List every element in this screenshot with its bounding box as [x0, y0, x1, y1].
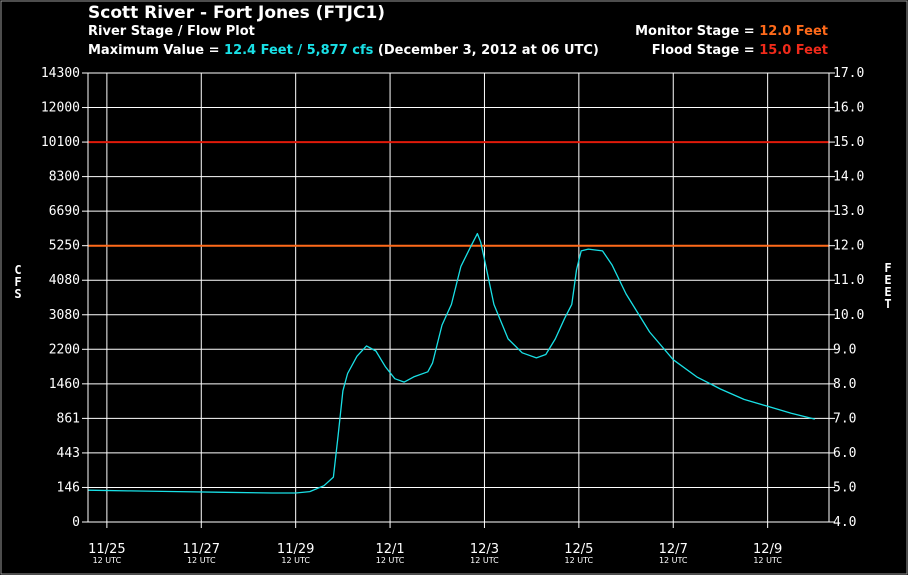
y-tick-label-feet: 15.0: [833, 135, 864, 150]
y-tick-label-cfs: 2200: [49, 342, 80, 357]
y-tick-label-cfs: 6690: [49, 204, 80, 219]
series-group: [87, 232, 815, 494]
y-tick-label-feet: 13.0: [833, 204, 864, 219]
x-tick-label: 12/3: [470, 542, 499, 557]
y-tick-label-cfs: 443: [57, 446, 80, 461]
y-tick-label-feet: 4.0: [833, 515, 856, 530]
y-tick-label-feet: 8.0: [833, 377, 856, 392]
x-tick-sublabel: 12 UTC: [281, 556, 310, 565]
y-tick-label-feet: 6.0: [833, 446, 856, 461]
stage-flow-chart: 0 4.0 146 5.0 443 6.0 861 7.0 1460 8.0 2200 9.0 3080…: [0, 0, 908, 575]
plot-frame: [87, 72, 830, 523]
x-tick-sublabel: 12 UTC: [470, 556, 499, 565]
x-tick-sublabel: 12 UTC: [753, 556, 782, 565]
y-tick-label-cfs: 1460: [49, 377, 80, 392]
y-tick-label-cfs: 5250: [49, 239, 80, 254]
y-tick-label-feet: 14.0: [833, 170, 864, 185]
grid-lines: [88, 72, 829, 523]
x-tick-label: 11/29: [277, 542, 314, 557]
y-tick-label-cfs: 861: [57, 411, 80, 426]
axes: 0 4.0 146 5.0 443 6.0 861 7.0 1460 8.0 2200 9.0 3080…: [14, 66, 891, 565]
y-tick-label-feet: 17.0: [833, 66, 864, 81]
y-tick-label-cfs: 3080: [49, 308, 80, 323]
y-axis-label-left-char: S: [14, 287, 21, 301]
x-tick-sublabel: 12 UTC: [187, 556, 216, 565]
y-tick-label-feet: 16.0: [833, 101, 864, 116]
y-tick-label-cfs: 10100: [41, 135, 80, 150]
x-tick-label: 12/5: [564, 542, 593, 557]
x-tick-sublabel: 12 UTC: [659, 556, 688, 565]
x-tick-label: 11/27: [183, 542, 220, 557]
y-tick-label-feet: 10.0: [833, 308, 864, 323]
y-axis-label-right-char: T: [884, 297, 891, 311]
y-tick-label-feet: 5.0: [833, 480, 856, 495]
x-tick-sublabel: 12 UTC: [565, 556, 594, 565]
y-tick-label-feet: 9.0: [833, 342, 856, 357]
x-tick-label: 12/1: [375, 542, 404, 557]
x-tick-label: 11/25: [88, 542, 125, 557]
y-tick-label-cfs: 4080: [49, 273, 80, 288]
y-tick-label-cfs: 8300: [49, 170, 80, 185]
x-tick-label: 12/7: [659, 542, 688, 557]
y-tick-label-feet: 7.0: [833, 411, 856, 426]
outer-frame: [0, 0, 908, 575]
y-tick-label-cfs: 12000: [41, 101, 80, 116]
y-tick-label-feet: 11.0: [833, 273, 864, 288]
y-tick-label-cfs: 0: [72, 515, 80, 530]
y-tick-label-cfs: 146: [57, 480, 80, 495]
x-tick-label: 12/9: [753, 542, 782, 557]
y-tick-label-feet: 12.0: [833, 239, 864, 254]
x-tick-sublabel: 12 UTC: [376, 556, 405, 565]
threshold-lines: [88, 141, 829, 247]
y-tick-label-cfs: 14300: [41, 66, 80, 81]
x-tick-sublabel: 12 UTC: [93, 556, 122, 565]
stage-series-line: [87, 232, 815, 494]
